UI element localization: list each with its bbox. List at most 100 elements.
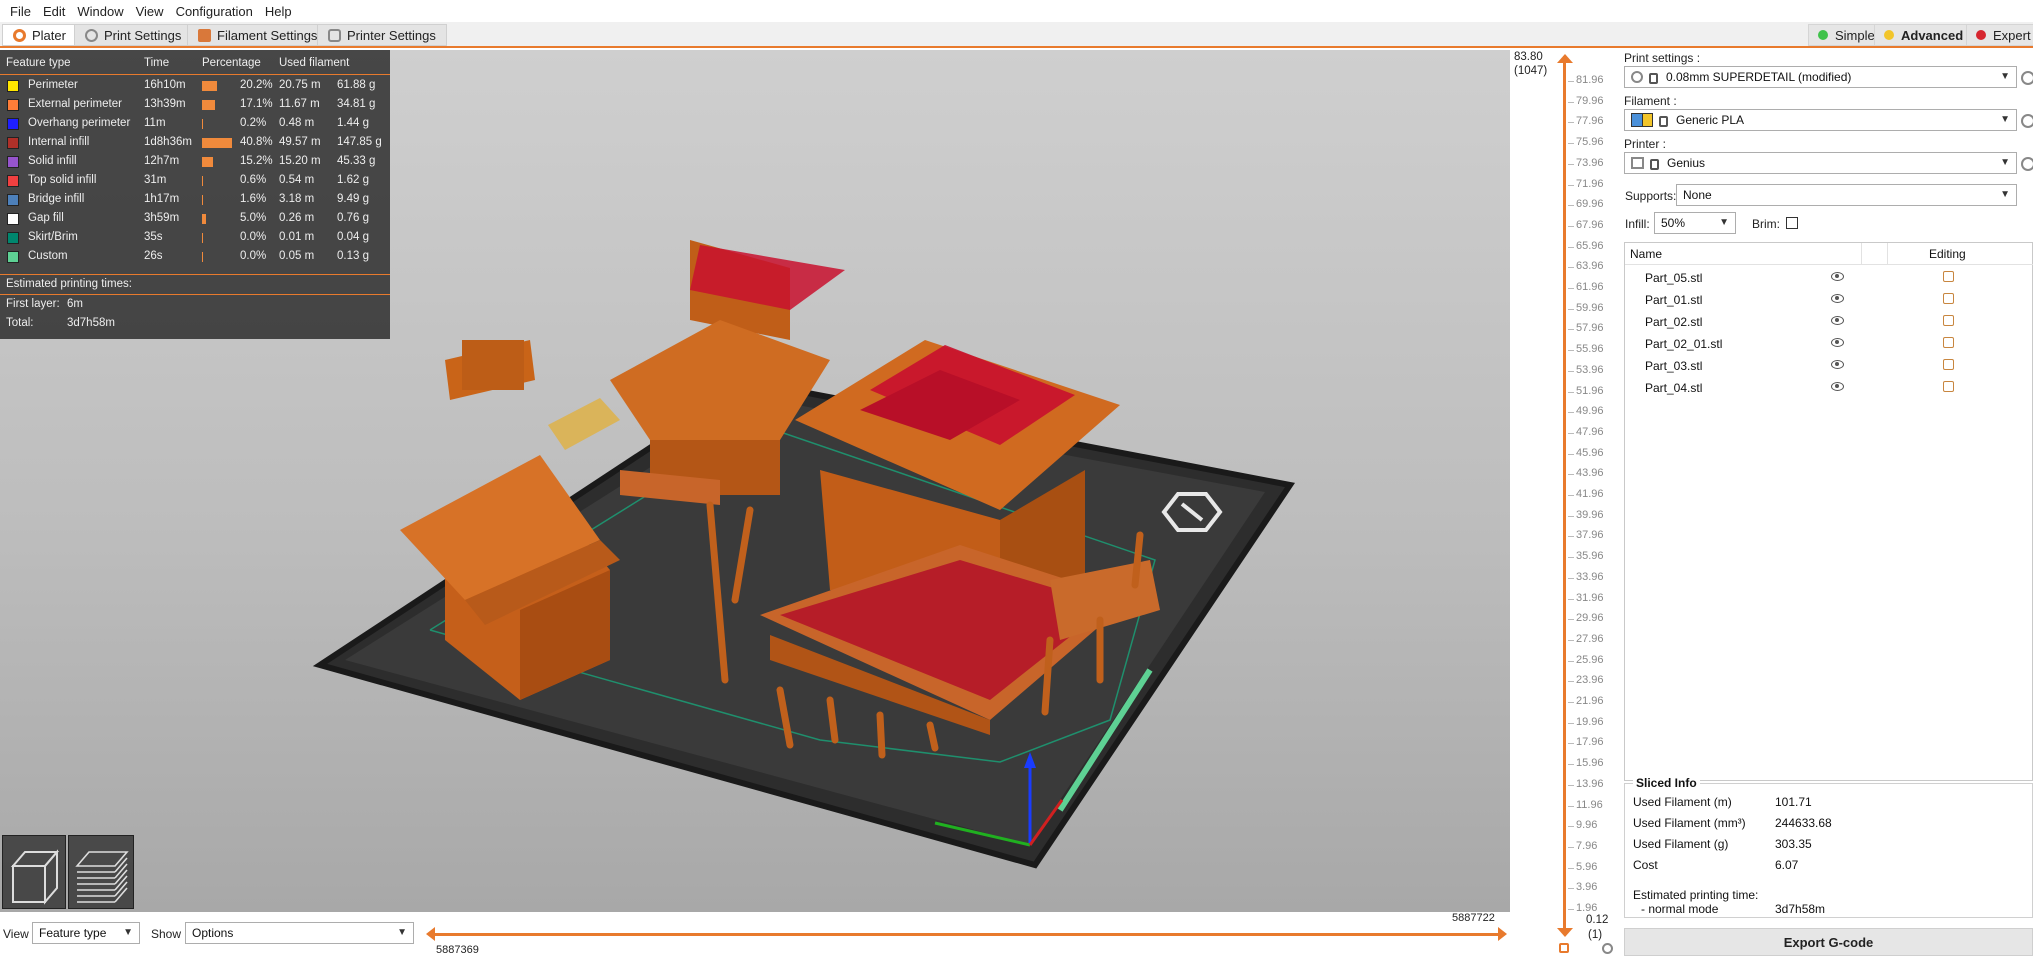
sliced-info-value: 6.07 [1775, 858, 1799, 872]
legend-header: Feature type Time Percentage Used filame… [0, 55, 390, 74]
sliced-info-value: 244633.68 [1775, 816, 1832, 830]
eye-icon[interactable] [1831, 382, 1844, 391]
layer-upper-thumb[interactable] [1557, 54, 1573, 63]
edit-icon[interactable] [1943, 337, 1954, 348]
sliced-info-key: Cost [1633, 858, 1658, 872]
print-settings-gear-icon[interactable] [2021, 71, 2033, 85]
sliced-info-key: Used Filament (m) [1633, 795, 1732, 809]
legend-row: Top solid infill 31m 0.6% 0.54 m 1.62 g [0, 172, 390, 191]
view-select[interactable]: Feature type ▼ [32, 922, 140, 944]
filament-value: Generic PLA [1676, 113, 1745, 127]
edit-icon[interactable] [1943, 381, 1954, 392]
layer-lower-thumb[interactable] [1557, 928, 1573, 937]
move-slider-left-thumb[interactable] [426, 927, 435, 941]
filament-gear-icon[interactable] [2021, 114, 2033, 128]
layer-tick-mark [1568, 826, 1574, 828]
sliced-info-row: Cost 6.07 [1629, 858, 2029, 876]
layer-tick-label: 33.96 [1576, 570, 1604, 583]
layer-tick-label: 3.96 [1576, 881, 1598, 894]
expert-dot-icon [1976, 30, 1986, 40]
object-row[interactable]: Part_05.stl [1625, 267, 2033, 289]
tab-print-settings[interactable]: Print Settings [74, 24, 193, 46]
legend-time: 13h39m [144, 98, 186, 110]
legend-used-m: 0.26 m [279, 212, 315, 224]
printer-label: Printer : [1624, 137, 1667, 151]
infill-value: 50% [1661, 216, 1686, 230]
menu-help[interactable]: Help [259, 4, 298, 19]
menu-file[interactable]: File [4, 4, 37, 19]
legend-used-g: 1.62 g [337, 174, 369, 186]
tab-plater[interactable]: Plater [2, 24, 77, 46]
mode-expert-button[interactable]: Expert [1966, 24, 2033, 46]
layer-tick-label: 47.96 [1576, 425, 1604, 438]
supports-select[interactable]: None ▼ [1676, 184, 2017, 206]
object-row[interactable]: Part_01.stl [1625, 289, 2033, 311]
eye-icon[interactable] [1831, 360, 1844, 369]
printer-select[interactable]: Genius ▼ [1624, 152, 2017, 174]
column-name[interactable]: Name [1630, 247, 1662, 261]
column-divider [1861, 243, 1862, 265]
layer-tick-mark [1568, 764, 1574, 766]
legend-time: 1h17m [144, 193, 180, 205]
move-slider-track[interactable] [430, 933, 1500, 936]
tab-printer-settings[interactable]: Printer Settings [317, 24, 447, 46]
object-row[interactable]: Part_04.stl [1625, 377, 2033, 399]
legend-row: Overhang perimeter 11m 0.2% 0.48 m 1.44 g [0, 115, 390, 134]
layer-tick-mark [1568, 577, 1574, 579]
legend-swatch [7, 232, 19, 244]
edit-icon[interactable] [1943, 315, 1954, 326]
show-select[interactable]: Options ▼ [185, 922, 414, 944]
printer-gear-icon[interactable] [2021, 157, 2033, 171]
legend-percentage: 15.2% [240, 155, 273, 167]
sliced-info-row: Used Filament (m) 101.71 [1629, 795, 2029, 813]
mode-advanced-button[interactable]: Advanced [1874, 24, 1974, 46]
legend-percentage-bar [202, 138, 232, 148]
layer-tick-mark [1568, 784, 1574, 786]
eye-icon[interactable] [1831, 294, 1844, 303]
export-gcode-button[interactable]: Export G-code [1624, 928, 2033, 956]
edit-icon[interactable] [1943, 359, 1954, 370]
edit-icon[interactable] [1943, 271, 1954, 282]
legend-time: 12h7m [144, 155, 180, 167]
object-row[interactable]: Part_02_01.stl [1625, 333, 2033, 355]
filament-color-swatch-secondary [1643, 113, 1653, 127]
infill-select[interactable]: 50% ▼ [1654, 212, 1736, 234]
tab-filament-settings[interactable]: Filament Settings [187, 24, 329, 46]
column-editing[interactable]: Editing [1929, 247, 1966, 261]
layer-bottom-index: (1) [1588, 929, 1603, 941]
layer-tick-mark [1568, 660, 1574, 662]
menu-window[interactable]: Window [71, 4, 129, 19]
layer-tick-mark [1568, 122, 1574, 124]
layer-tick-mark [1568, 184, 1574, 186]
layers-view-button[interactable] [68, 835, 134, 909]
lock-icon[interactable] [1559, 943, 1569, 953]
move-slider-right-thumb[interactable] [1498, 927, 1507, 941]
legend-swatch [7, 175, 19, 187]
layer-tick-mark [1568, 308, 1574, 310]
menu-view[interactable]: View [130, 4, 170, 19]
3d-view-button[interactable] [2, 835, 66, 909]
layer-tick-label: 7.96 [1576, 839, 1598, 852]
edit-icon[interactable] [1943, 293, 1954, 304]
eye-icon[interactable] [1831, 338, 1844, 347]
filament-select[interactable]: Generic PLA ▼ [1624, 109, 2017, 131]
print-settings-label: Print settings : [1624, 51, 1701, 65]
eye-icon[interactable] [1831, 272, 1844, 281]
layer-tick-mark [1568, 515, 1574, 517]
menu-configuration[interactable]: Configuration [170, 4, 259, 19]
brim-checkbox[interactable] [1786, 217, 1798, 229]
settings-gear-icon[interactable] [1602, 943, 1613, 954]
object-row[interactable]: Part_02.stl [1625, 311, 2033, 333]
menu-edit[interactable]: Edit [37, 4, 71, 19]
print-settings-value: 0.08mm SUPERDETAIL (modified) [1666, 70, 1852, 84]
legend-used-g: 0.76 g [337, 212, 369, 224]
object-row[interactable]: Part_03.stl [1625, 355, 2033, 377]
layer-slider[interactable]: 83.80 (1047) 81.96 79.96 77.96 75.96 73.96 71… [1510, 50, 1622, 956]
object-name: Part_03.stl [1645, 359, 1703, 373]
print-settings-select[interactable]: 0.08mm SUPERDETAIL (modified) ▼ [1624, 66, 2017, 88]
layer-slider-track[interactable] [1563, 56, 1566, 934]
layer-tick-mark [1568, 722, 1574, 724]
layer-tick-mark [1568, 557, 1574, 559]
legend-used-m: 0.48 m [279, 117, 315, 129]
eye-icon[interactable] [1831, 316, 1844, 325]
